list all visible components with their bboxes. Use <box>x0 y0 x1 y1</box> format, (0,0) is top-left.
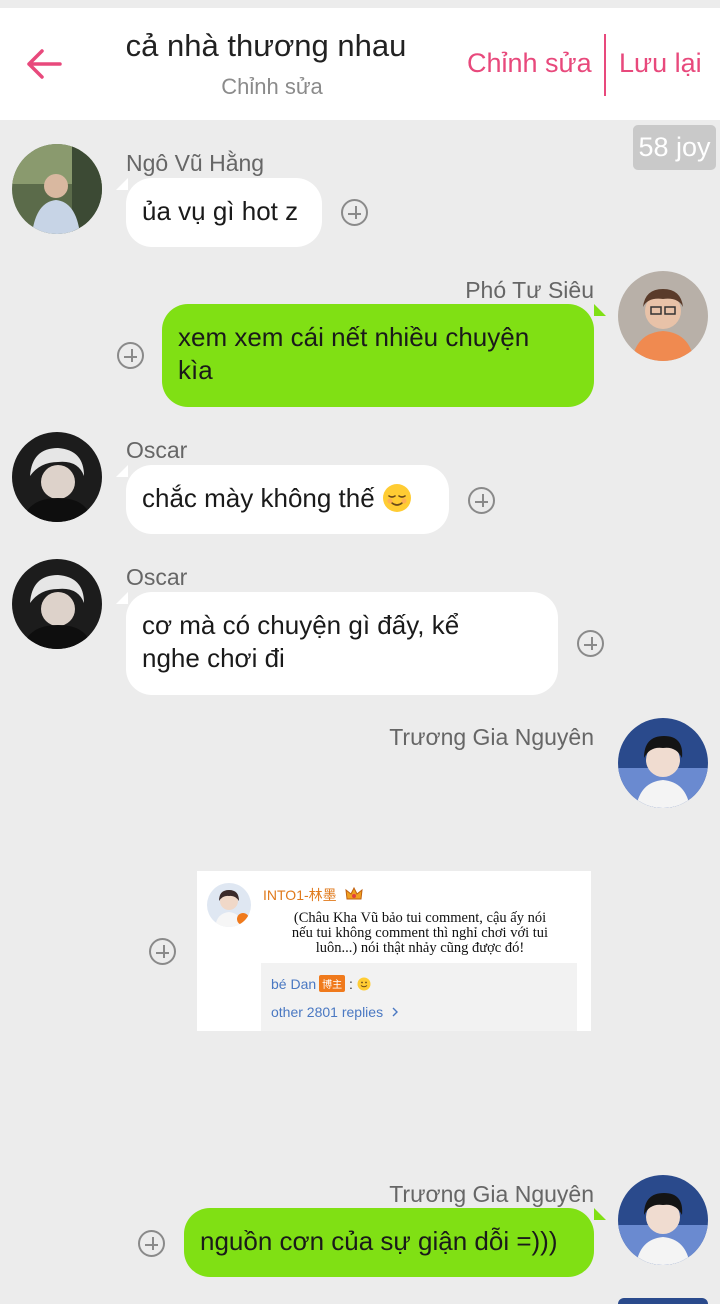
smile-emoji-icon <box>357 977 371 991</box>
message-text-line: kìa <box>178 355 213 385</box>
sender-name: Trương Gia Nguyên <box>389 724 594 750</box>
sender-name: Oscar <box>126 437 188 463</box>
add-reaction-button[interactable] <box>149 938 176 965</box>
bubble-tail <box>594 304 606 316</box>
message-text: chắc mày không thế <box>142 483 375 513</box>
commenter-avatar <box>207 883 251 927</box>
reply-box: bé Dan 博主 : other 2801 replies <box>261 963 577 1031</box>
relieved-face-icon <box>382 484 411 512</box>
commenter-name: INTO1-林墨 <box>263 885 363 905</box>
author-tag: 博主 <box>319 975 346 992</box>
crown-icon <box>344 886 363 900</box>
message-bubble[interactable]: chắc mày không thế <box>126 465 449 534</box>
shared-image[interactable]: INTO1-林墨 (Châu Kha Vũ bảo tui comment, c… <box>197 871 591 1031</box>
bubble-tail <box>116 178 128 190</box>
message-bubble[interactable]: cơ mà có chuyện gì đấy, kể nghe chơi đi <box>126 592 558 695</box>
top-bar: cả nhà thương nhau Chỉnh sửa Chỉnh sửa L… <box>0 8 720 120</box>
edit-button[interactable]: Chỉnh sửa <box>467 48 592 79</box>
message-bubble[interactable]: ủa vụ gì hot z <box>126 178 322 247</box>
message-text: ủa vụ gì hot z <box>142 196 299 226</box>
message-text: nguồn cơn của sự giận dỗi =))) <box>200 1226 558 1256</box>
add-reaction-button[interactable] <box>341 199 368 226</box>
bubble-tail <box>116 465 128 477</box>
avatar[interactable] <box>618 718 708 808</box>
avatar[interactable] <box>12 559 102 649</box>
message-text-line: nghe chơi đi <box>142 643 285 673</box>
sender-name: Trương Gia Nguyên <box>389 1181 594 1207</box>
header-divider <box>604 34 606 96</box>
save-button[interactable]: Lưu lại <box>619 48 702 79</box>
chevron-right-icon <box>392 1007 398 1017</box>
add-reaction-button[interactable] <box>138 1230 165 1257</box>
sender-name: Ngô Vũ Hằng <box>126 150 265 176</box>
comment-text: (Châu Kha Vũ bảo tui comment, cậu ấy nói… <box>291 910 549 956</box>
message-text-line: cơ mà có chuyện gì đấy, kể <box>142 610 460 640</box>
bubble-tail <box>594 1208 606 1220</box>
avatar[interactable] <box>12 144 102 234</box>
avatar[interactable] <box>12 432 102 522</box>
message-bubble[interactable]: xem xem cái nết nhiều chuyện kìa <box>162 304 594 407</box>
add-reaction-button[interactable] <box>577 630 604 657</box>
sender-name: Oscar <box>126 564 188 590</box>
joy-count-badge: 58 joy <box>633 125 716 170</box>
more-replies-link: other 2801 replies <box>271 1004 399 1020</box>
add-reaction-button[interactable] <box>468 487 495 514</box>
avatar[interactable] <box>618 1298 708 1304</box>
avatar[interactable] <box>618 1175 708 1265</box>
add-reaction-button[interactable] <box>117 342 144 369</box>
avatar[interactable] <box>618 271 708 361</box>
reply-line: bé Dan 博主 : <box>271 975 371 992</box>
message-text-line: xem xem cái nết nhiều chuyện <box>178 322 530 352</box>
message-bubble[interactable]: nguồn cơn của sự giận dỗi =))) <box>184 1208 594 1277</box>
status-bar <box>0 0 720 8</box>
bubble-tail <box>116 592 128 604</box>
sender-name: Phó Tư Siêu <box>465 277 594 303</box>
chat-title: cả nhà thương nhau <box>125 28 407 63</box>
chat-subtitle: Chỉnh sửa <box>221 74 323 99</box>
